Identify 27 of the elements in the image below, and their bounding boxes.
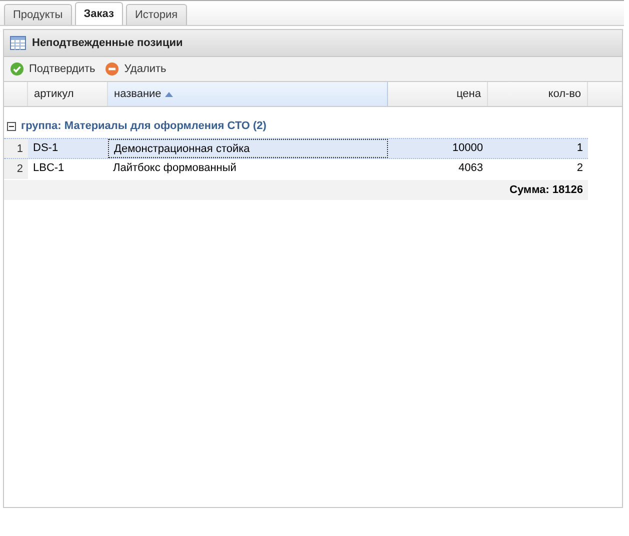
column-header[interactable]: название	[108, 82, 388, 106]
check-icon	[10, 62, 24, 76]
table-cell-text: LBC-1	[32, 161, 66, 176]
confirm-button[interactable]: Подтвердить	[10, 62, 96, 76]
table-row[interactable]: 1 DS-1 Демонстрационная стойка 10000 1	[4, 138, 588, 159]
table-cell-text: 2	[576, 161, 584, 176]
table-cell: Демонстрационная стойка	[108, 139, 388, 158]
sort-ascending-icon	[165, 92, 174, 96]
column-header[interactable]: цена	[388, 82, 488, 106]
row-number: 2	[4, 159, 28, 179]
summary-total: Сумма: 18126	[510, 184, 583, 196]
table-cell-text: 10000	[451, 141, 484, 156]
panel-title: Неподтвежденные позиции	[32, 37, 183, 49]
row-number: 1	[4, 139, 28, 158]
tab[interactable]: История	[126, 4, 187, 25]
delete-button[interactable]: Удалить	[105, 62, 166, 76]
group-label: группа: Материалы для оформления СТО (2)	[21, 120, 266, 132]
minus-icon	[105, 62, 120, 76]
tab[interactable]: Продукты	[4, 4, 72, 25]
column-header[interactable]: кол-во	[488, 82, 588, 106]
tab[interactable]: Заказ	[74, 2, 123, 25]
table-cell-text: DS-1	[32, 141, 60, 156]
table-icon	[10, 36, 26, 50]
table-cell-text: 4063	[458, 161, 484, 176]
table-cell-text: 1	[576, 141, 584, 156]
table-cell-text: Лайтбокс формованный	[112, 161, 238, 176]
collapse-icon[interactable]	[7, 122, 16, 130]
